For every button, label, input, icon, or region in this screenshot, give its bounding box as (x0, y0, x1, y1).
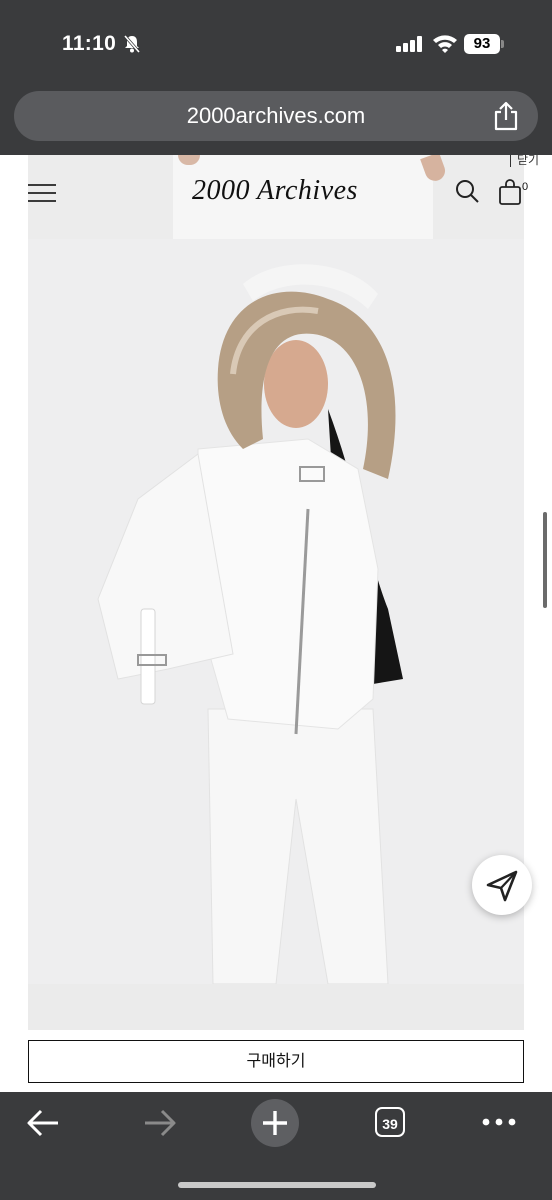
back-arrow-icon[interactable] (26, 1108, 60, 1138)
web-page: 닫기 2000 Archives 0 구매하기 (0, 155, 552, 1092)
send-icon (486, 870, 518, 902)
send-button[interactable] (472, 855, 532, 915)
share-icon[interactable] (492, 101, 520, 131)
status-time: 11:10 (62, 32, 117, 55)
buy-button[interactable]: 구매하기 (28, 1040, 524, 1083)
cellular-signal-icon (396, 36, 422, 52)
menu-icon[interactable] (28, 183, 56, 203)
wifi-icon (433, 35, 457, 53)
battery-tip (501, 40, 504, 48)
search-icon[interactable] (455, 179, 479, 203)
battery-indicator: 93 (464, 34, 500, 54)
url-text[interactable]: 2000archives.com (14, 91, 538, 141)
tabs-count-button[interactable]: 39 (375, 1107, 405, 1137)
cart-count: 0 (522, 181, 529, 193)
close-label[interactable]: 닫기 (517, 155, 539, 167)
address-bar[interactable]: 2000archives.com (14, 91, 538, 141)
cart-icon[interactable] (498, 179, 522, 205)
silent-mode-bell-icon (123, 35, 141, 53)
home-indicator (178, 1182, 376, 1188)
image-bottom-band (28, 984, 524, 1030)
close-divider (510, 155, 511, 167)
forward-arrow-icon[interactable] (143, 1108, 177, 1138)
new-tab-plus-icon[interactable] (250, 1098, 300, 1148)
page-scrollbar[interactable] (543, 512, 547, 608)
close-link[interactable]: 닫기 (510, 155, 539, 168)
site-logo[interactable]: 2000 Archives (150, 175, 400, 207)
product-image[interactable] (28, 239, 524, 984)
more-options-icon[interactable] (482, 1114, 516, 1130)
model-illustration (28, 239, 524, 984)
